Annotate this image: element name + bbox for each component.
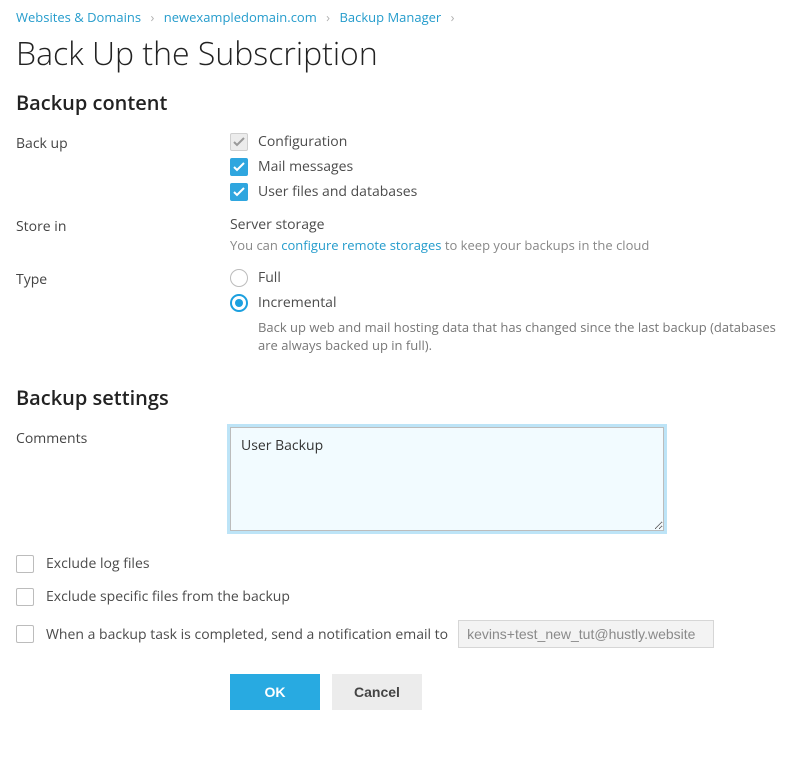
chevron-right-icon: › bbox=[326, 8, 330, 26]
comments-input[interactable] bbox=[230, 427, 664, 531]
checkbox-exclude-specific-files[interactable] bbox=[16, 588, 34, 606]
checkbox-mail-messages[interactable] bbox=[230, 158, 248, 176]
store-in-label: Store in bbox=[16, 215, 230, 236]
radio-incremental-label: Incremental bbox=[258, 293, 337, 312]
cancel-button[interactable]: Cancel bbox=[332, 674, 422, 710]
section-backup-content: Backup content Back up Configuration Mai… bbox=[16, 89, 779, 354]
comments-label: Comments bbox=[16, 427, 230, 448]
checkbox-notify-email[interactable] bbox=[16, 625, 34, 643]
section-backup-settings: Backup settings Comments Exclude log fil… bbox=[16, 384, 779, 648]
breadcrumb: Websites & Domains › newexampledomain.co… bbox=[16, 8, 779, 26]
breadcrumb-domain[interactable]: newexampledomain.com bbox=[164, 8, 317, 26]
configure-remote-storages-link[interactable]: configure remote storages bbox=[281, 236, 441, 254]
checkbox-exclude-log[interactable] bbox=[16, 555, 34, 573]
checkbox-mail-label: Mail messages bbox=[258, 157, 353, 176]
form-actions: OK Cancel bbox=[230, 674, 779, 710]
ok-button[interactable]: OK bbox=[230, 674, 320, 710]
radio-full-label: Full bbox=[258, 268, 281, 287]
backup-label: Back up bbox=[16, 132, 230, 153]
store-hint: You can configure remote storages to kee… bbox=[230, 236, 779, 254]
notify-email-field bbox=[458, 620, 714, 648]
radio-type-incremental[interactable] bbox=[230, 294, 248, 312]
exclude-files-label: Exclude specific files from the backup bbox=[46, 587, 290, 606]
checkbox-files-label: User files and databases bbox=[258, 182, 417, 201]
checkbox-configuration-label: Configuration bbox=[258, 132, 347, 151]
breadcrumb-websites-domains[interactable]: Websites & Domains bbox=[16, 8, 141, 26]
radio-type-full[interactable] bbox=[230, 269, 248, 287]
incremental-hint: Back up web and mail hosting data that h… bbox=[258, 318, 778, 354]
notify-label: When a backup task is completed, send a … bbox=[46, 625, 448, 644]
page-title: Back Up the Subscription bbox=[16, 32, 779, 75]
checkbox-configuration bbox=[230, 133, 248, 151]
chevron-right-icon: › bbox=[451, 8, 455, 26]
type-label: Type bbox=[16, 268, 230, 289]
store-value: Server storage bbox=[230, 215, 779, 234]
chevron-right-icon: › bbox=[150, 8, 154, 26]
section-heading-settings: Backup settings bbox=[16, 384, 779, 411]
exclude-log-label: Exclude log files bbox=[46, 554, 150, 573]
breadcrumb-backup-manager[interactable]: Backup Manager bbox=[339, 8, 441, 26]
section-heading-content: Backup content bbox=[16, 89, 779, 116]
checkbox-user-files[interactable] bbox=[230, 183, 248, 201]
